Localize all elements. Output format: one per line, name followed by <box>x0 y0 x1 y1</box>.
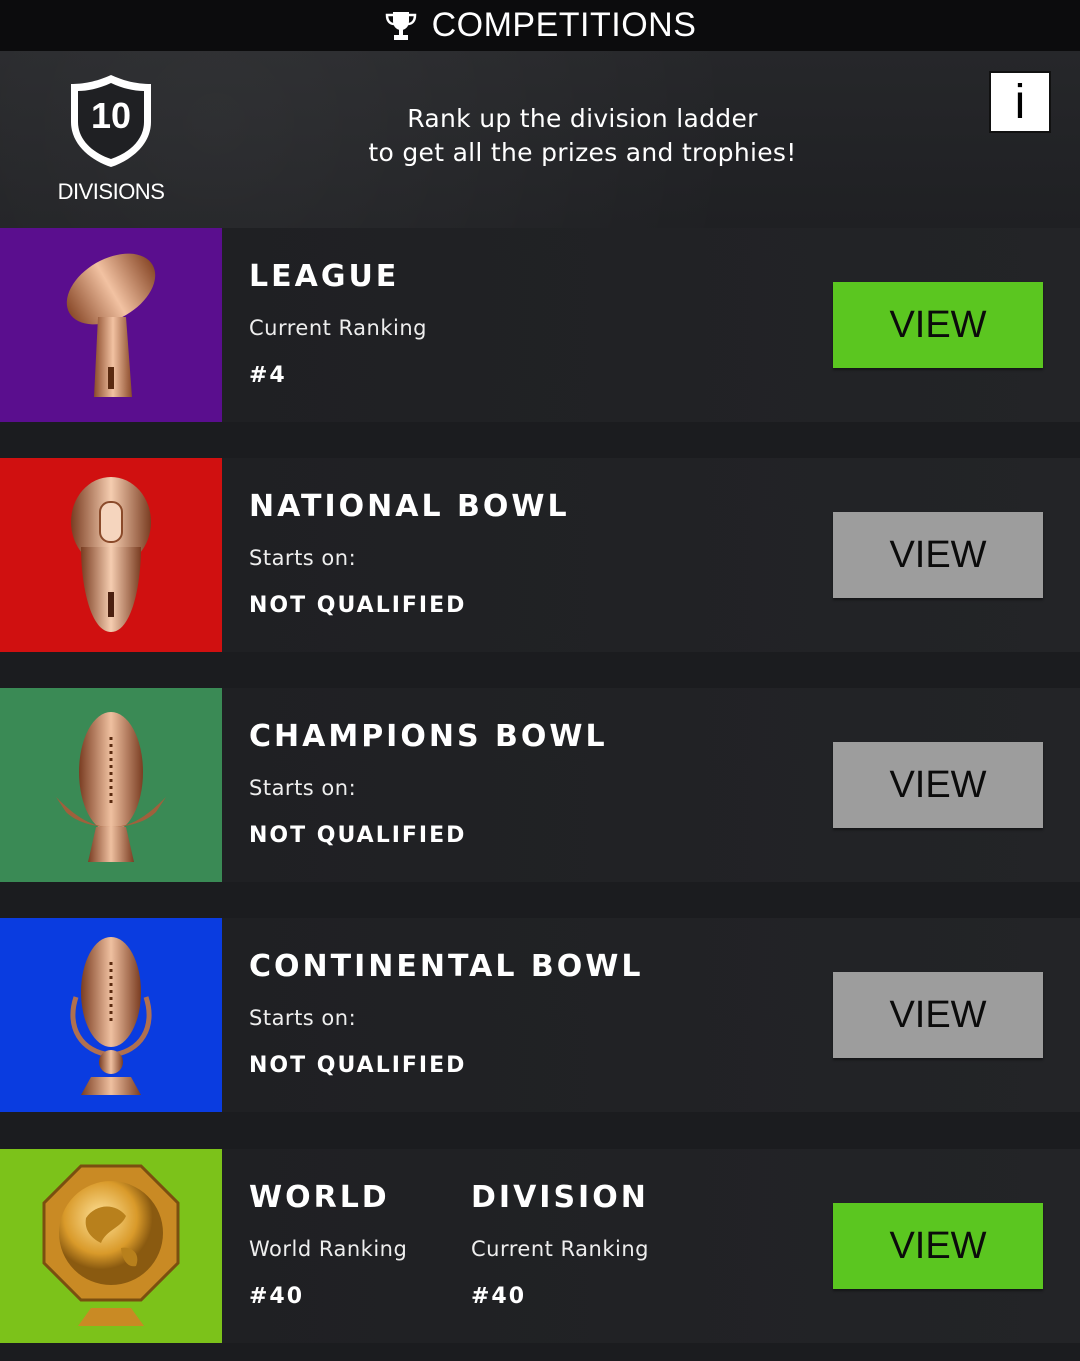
header-tagline: Rank up the division ladder to get all t… <box>330 102 835 170</box>
division-name: DIVISION <box>471 1180 649 1215</box>
tagline-line-1: Rank up the division ladder <box>407 104 758 133</box>
divisions-count: 10 <box>90 95 132 136</box>
national-bowl-tile <box>0 458 222 652</box>
champions-bowl-trophy-icon <box>56 712 166 862</box>
world-globe-trophy-icon <box>42 1164 180 1326</box>
view-continental-bowl-button[interactable]: VIEW <box>833 972 1043 1058</box>
view-national-bowl-button[interactable]: VIEW <box>833 512 1043 598</box>
national-bowl-trophy-icon <box>71 477 151 632</box>
division-subtitle: Current Ranking <box>471 1237 649 1261</box>
competition-value: NOT QUALIFIED <box>249 1053 467 1078</box>
title-bar: COMPETITIONS <box>0 0 1080 51</box>
league-tile <box>0 228 222 422</box>
competition-row-national-bowl: NATIONAL BOWL Starts on: NOT QUALIFIED V… <box>0 458 1080 652</box>
competition-subtitle: World Ranking <box>249 1237 408 1261</box>
info-button[interactable]: i <box>989 71 1051 133</box>
division-value: #40 <box>471 1284 527 1309</box>
continental-bowl-trophy-icon <box>70 937 152 1095</box>
competition-name: CHAMPIONS BOWL <box>249 719 608 754</box>
competition-name: NATIONAL BOWL <box>249 489 570 524</box>
competition-subtitle: Starts on: <box>249 546 357 570</box>
competition-subtitle: Starts on: <box>249 1006 357 1030</box>
continental-bowl-tile <box>0 918 222 1112</box>
competition-value: #40 <box>249 1284 305 1309</box>
view-league-button[interactable]: VIEW <box>833 282 1043 368</box>
page-title: COMPETITIONS <box>431 6 697 44</box>
league-trophy-icon <box>66 253 156 397</box>
trophy-icon <box>385 11 416 40</box>
competition-name: CONTINENTAL BOWL <box>249 949 644 984</box>
view-world-button[interactable]: VIEW <box>833 1203 1043 1289</box>
champions-bowl-tile <box>0 688 222 882</box>
competition-row-continental-bowl: CONTINENTAL BOWL Starts on: NOT QUALIFIE… <box>0 918 1080 1112</box>
tagline-line-2: to get all the prizes and trophies! <box>368 138 797 167</box>
competition-subtitle: Starts on: <box>249 776 357 800</box>
competition-row-league: LEAGUE Current Ranking #4 VIEW <box>0 228 1080 422</box>
competition-subtitle: Current Ranking <box>249 316 427 340</box>
competition-value: NOT QUALIFIED <box>249 823 467 848</box>
competition-name: LEAGUE <box>249 259 400 294</box>
divisions-label: DIVISIONS <box>57 179 165 204</box>
competition-name: WORLD <box>249 1180 390 1215</box>
competition-row-champions-bowl: CHAMPIONS BOWL Starts on: NOT QUALIFIED … <box>0 688 1080 882</box>
view-champions-bowl-button[interactable]: VIEW <box>833 742 1043 828</box>
world-tile <box>0 1149 222 1343</box>
competition-value: #4 <box>249 363 287 388</box>
competition-value: NOT QUALIFIED <box>249 593 467 618</box>
competition-row-world: WORLD World Ranking #40 DIVISION Current… <box>0 1149 1080 1343</box>
division-header: 10 DIVISIONS Rank up the division ladder… <box>0 51 1080 228</box>
